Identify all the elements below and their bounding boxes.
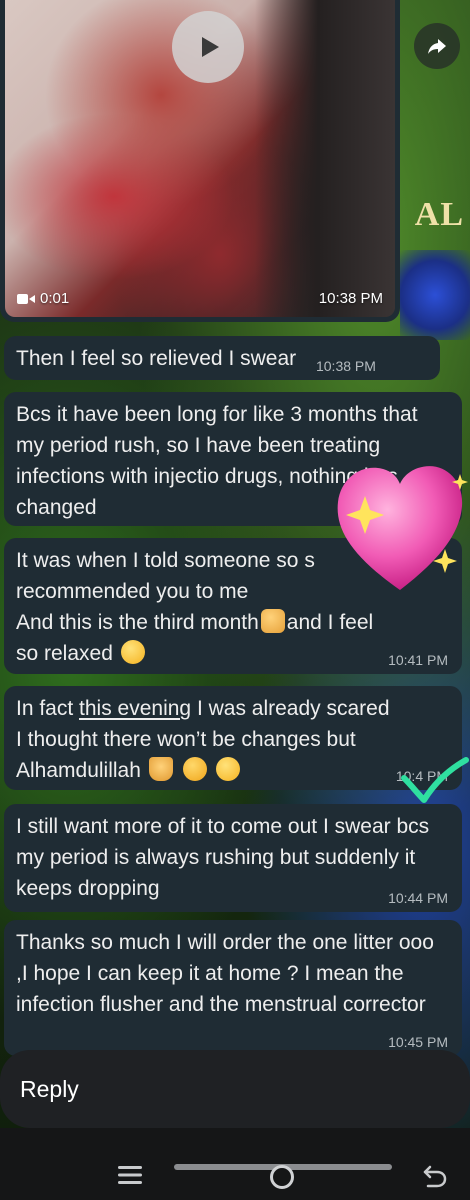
message-line: Alhamdulillah bbox=[16, 755, 450, 786]
reply-bar[interactable]: Reply bbox=[0, 1050, 470, 1128]
sparkling-heart-sticker bbox=[337, 466, 468, 590]
message-link[interactable]: this evening bbox=[79, 697, 191, 720]
tired-face-emoji-icon bbox=[182, 757, 207, 781]
message-text: I still want more of it to come out I sw… bbox=[16, 815, 430, 900]
message-timestamp: 10:44 PM bbox=[388, 890, 448, 906]
video-duration: 0:01 bbox=[17, 290, 69, 307]
message-text: Thanks so much I will order the one litt… bbox=[16, 931, 434, 1016]
home-ring bbox=[270, 1165, 294, 1189]
video-camera-icon bbox=[17, 293, 35, 304]
thumbs-up-emoji-icon bbox=[260, 609, 285, 633]
smiling-face-emoji-icon bbox=[120, 640, 145, 664]
recent-apps-icon[interactable] bbox=[118, 1164, 142, 1186]
video-message[interactable]: 0:01 10:38 PM bbox=[0, 0, 400, 322]
navigation-bar bbox=[0, 1150, 470, 1200]
home-pill-icon[interactable] bbox=[174, 1162, 392, 1189]
message-text: and I feel bbox=[286, 611, 374, 634]
message-bubble[interactable]: Thanks so much I will order the one litt… bbox=[4, 920, 462, 1056]
message-line: In fact this evening I was already scare… bbox=[16, 693, 450, 724]
message-timestamp: 10:38 PM bbox=[315, 358, 376, 374]
message-bubble[interactable]: I still want more of it to come out I sw… bbox=[4, 804, 462, 912]
message-bubble[interactable]: Then I feel so relieved I swear 10:38 PM bbox=[4, 336, 440, 380]
video-timestamp: 10:38 PM bbox=[318, 290, 383, 307]
message-line: so relaxed bbox=[16, 638, 450, 669]
video-shadow bbox=[255, 0, 395, 317]
play-icon bbox=[202, 37, 219, 57]
video-thumbnail[interactable]: 0:01 10:38 PM bbox=[5, 0, 395, 317]
message-text: Alhamdulillah bbox=[16, 759, 141, 782]
smiling-face-emoji-icon bbox=[216, 757, 241, 781]
forward-button[interactable] bbox=[414, 23, 460, 69]
message-line: I thought there won’t be changes but bbox=[16, 728, 356, 751]
forward-arrow-icon bbox=[428, 39, 446, 54]
message-text: And this is the third month bbox=[16, 611, 259, 634]
message-text: In fact bbox=[16, 697, 80, 720]
video-meta: 0:01 10:38 PM bbox=[17, 290, 383, 307]
back-icon[interactable] bbox=[422, 1162, 448, 1188]
message-line: And this is the third month and I feel bbox=[16, 607, 450, 638]
play-button[interactable] bbox=[172, 11, 244, 83]
message-bubble[interactable]: In fact this evening I was already scare… bbox=[4, 686, 462, 790]
message-text: so relaxed bbox=[16, 642, 113, 665]
green-check-sticker bbox=[401, 757, 469, 803]
message-timestamp: 10:41 PM bbox=[388, 652, 448, 668]
video-duration-text: 0:01 bbox=[40, 290, 70, 307]
wallpaper-decoration bbox=[400, 250, 470, 340]
message-text: I was already scared bbox=[191, 697, 390, 720]
wallpaper-text: AL bbox=[414, 196, 464, 233]
folded-hands-emoji-icon bbox=[148, 757, 173, 781]
reply-input[interactable]: Reply bbox=[20, 1076, 79, 1103]
message-text: Then I feel so relieved I swear bbox=[16, 347, 297, 370]
message-timestamp: 10:45 PM bbox=[388, 1034, 448, 1050]
